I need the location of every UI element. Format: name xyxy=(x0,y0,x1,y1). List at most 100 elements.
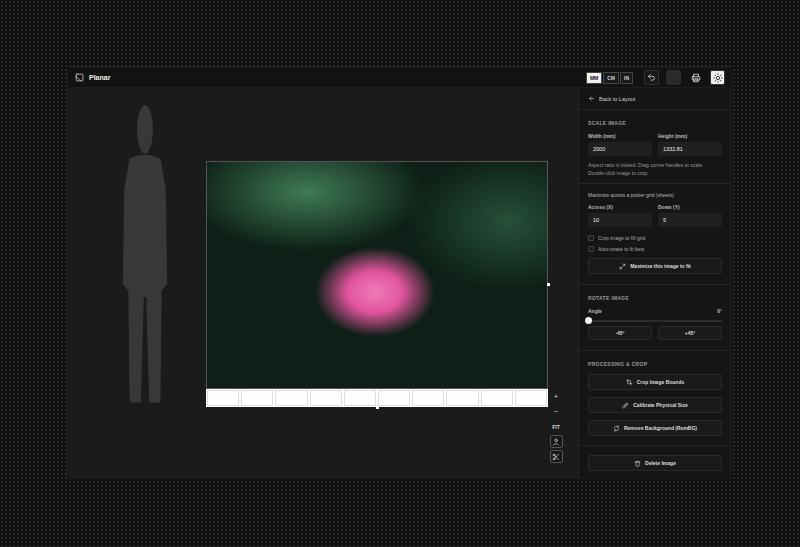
maximize-button[interactable]: Maximize this image to fit xyxy=(588,258,722,274)
field: Across (X) 10 xyxy=(588,204,652,227)
rotate-button[interactable]: +45° xyxy=(658,326,722,340)
processing-button[interactable]: Crop Image Bounds xyxy=(588,374,722,390)
help-line: Aspect ratio is locked. Drag corner hand… xyxy=(588,161,722,169)
scissors-icon xyxy=(552,453,560,461)
undo-icon xyxy=(647,73,656,82)
logo: Planar xyxy=(75,73,110,82)
divider xyxy=(579,284,731,285)
workspace: + − FIT Back to Layout SCALE IMAGE Width (mm)… xyxy=(68,88,731,478)
resize-handle[interactable] xyxy=(376,406,379,409)
sheet-tile xyxy=(515,390,547,406)
color-button[interactable] xyxy=(666,70,681,85)
image[interactable] xyxy=(206,161,548,389)
delete-button[interactable]: Delete Image xyxy=(588,455,722,471)
logo-icon xyxy=(75,73,84,82)
sheet-tile xyxy=(412,390,444,406)
cut-toggle[interactable] xyxy=(550,450,563,463)
button-label: Maximize this image to fit xyxy=(630,263,691,269)
angle-label: Angle xyxy=(588,308,602,314)
app-name: Planar xyxy=(89,74,110,81)
checkbox[interactable] xyxy=(588,246,594,252)
angle-slider[interactable] xyxy=(588,320,722,322)
field: Width (mm) 2000 xyxy=(588,133,652,156)
sheet-tile xyxy=(344,390,376,406)
back-label[interactable]: Back to Layout xyxy=(599,96,635,102)
angle-value: 0° xyxy=(717,308,722,314)
field-row: Width (mm) 2000 Height (mm)1332.81 xyxy=(588,133,722,156)
rotate-buttons: -45° +45° xyxy=(588,326,722,340)
button-label: Remove Background (RemBG) xyxy=(624,425,697,431)
field: Height (mm)1332.81 xyxy=(658,133,722,156)
field-label: Width (mm) xyxy=(588,133,652,139)
height-input[interactable]: 1332.81 xyxy=(658,142,722,156)
checkbox-label: Crop image to fill grid xyxy=(598,235,645,241)
printer-icon xyxy=(691,73,701,83)
undo-button[interactable] xyxy=(644,70,659,85)
processing-button[interactable]: Calibrate Physical Size xyxy=(588,397,722,413)
arrow-left-icon xyxy=(588,95,595,102)
button-label: Calibrate Physical Size xyxy=(633,402,687,408)
field-label: Across (X) xyxy=(588,204,652,210)
field-row: Across (X) 10 Down (Y) 5 xyxy=(588,204,722,227)
across-input[interactable]: 10 xyxy=(588,213,652,227)
help-text: Aspect ratio is locked. Drag corner hand… xyxy=(588,161,722,177)
checkbox-row[interactable]: Crop image to fill grid xyxy=(588,234,722,242)
down-input[interactable]: 5 xyxy=(658,213,722,227)
section-title: ROTATE IMAGE xyxy=(588,295,722,301)
divider xyxy=(579,109,731,110)
button-label: Delete Image xyxy=(645,460,676,466)
divider xyxy=(579,183,731,184)
options: Crop image to fill grid Auto-rotate to fi… xyxy=(588,231,722,253)
person-silhouette xyxy=(95,100,195,405)
unit-button[interactable]: MM xyxy=(586,72,602,84)
divider xyxy=(579,445,731,446)
refresh-icon xyxy=(613,425,620,432)
checkbox[interactable] xyxy=(588,235,594,241)
unit-switch: MMCMIN xyxy=(586,72,633,84)
sheet-tile xyxy=(481,390,513,406)
header-actions: MMCMIN xyxy=(586,70,725,85)
width-input[interactable]: 2000 xyxy=(588,142,652,156)
processing-button[interactable]: Remove Background (RemBG) xyxy=(588,420,722,436)
zoom-button[interactable]: − xyxy=(549,405,563,418)
sheet-tile xyxy=(207,390,239,406)
side-panel: Back to Layout SCALE IMAGE Width (mm) 2000 H… xyxy=(578,88,731,478)
expand-icon xyxy=(619,263,626,270)
checkbox-row[interactable]: Auto-rotate to fit best xyxy=(588,245,722,253)
unit-button[interactable]: IN xyxy=(620,72,633,84)
person-icon xyxy=(95,100,195,405)
sheet-tile xyxy=(310,390,342,406)
angle-row: Angle 0° xyxy=(588,308,722,314)
ruler-icon xyxy=(622,402,629,409)
print-button[interactable] xyxy=(688,70,703,85)
person-toggle[interactable] xyxy=(550,435,563,448)
section-title: PROCESSING & CROP xyxy=(588,361,722,367)
zoom-controls: + − FIT xyxy=(548,390,564,463)
sheet-tile xyxy=(446,390,478,406)
crop-icon xyxy=(626,379,633,386)
app-window: Planar MMCMIN + − FIT Back to Layout SCALE IMA… xyxy=(68,68,731,478)
help-line: Double-click image to crop. xyxy=(588,169,722,177)
sheet-grid xyxy=(206,389,548,407)
theme-button[interactable] xyxy=(710,70,725,85)
person-icon xyxy=(552,438,560,446)
grid-title: Maximize across a poster grid (sheets) xyxy=(588,192,722,198)
section-title: SCALE IMAGE xyxy=(588,120,722,126)
zoom-button[interactable]: FIT xyxy=(549,420,563,433)
checkbox-label: Auto-rotate to fit best xyxy=(598,246,644,252)
canvas[interactable]: + − FIT xyxy=(68,88,578,478)
header: Planar MMCMIN xyxy=(68,68,731,88)
resize-handle[interactable] xyxy=(547,283,550,286)
button-label: Crop Image Bounds xyxy=(637,379,685,385)
trash-icon xyxy=(634,460,641,467)
field-label: Down (Y) xyxy=(658,204,722,210)
zoom-button[interactable]: + xyxy=(549,390,563,403)
field: Down (Y) 5 xyxy=(658,204,722,227)
back-link[interactable]: Back to Layout xyxy=(588,95,722,102)
divider xyxy=(579,350,731,351)
unit-button[interactable]: CM xyxy=(603,72,619,84)
rotate-button[interactable]: -45° xyxy=(588,326,652,340)
sheet-tile xyxy=(275,390,307,406)
slider-thumb[interactable] xyxy=(585,317,592,324)
sheet-tile xyxy=(241,390,273,406)
